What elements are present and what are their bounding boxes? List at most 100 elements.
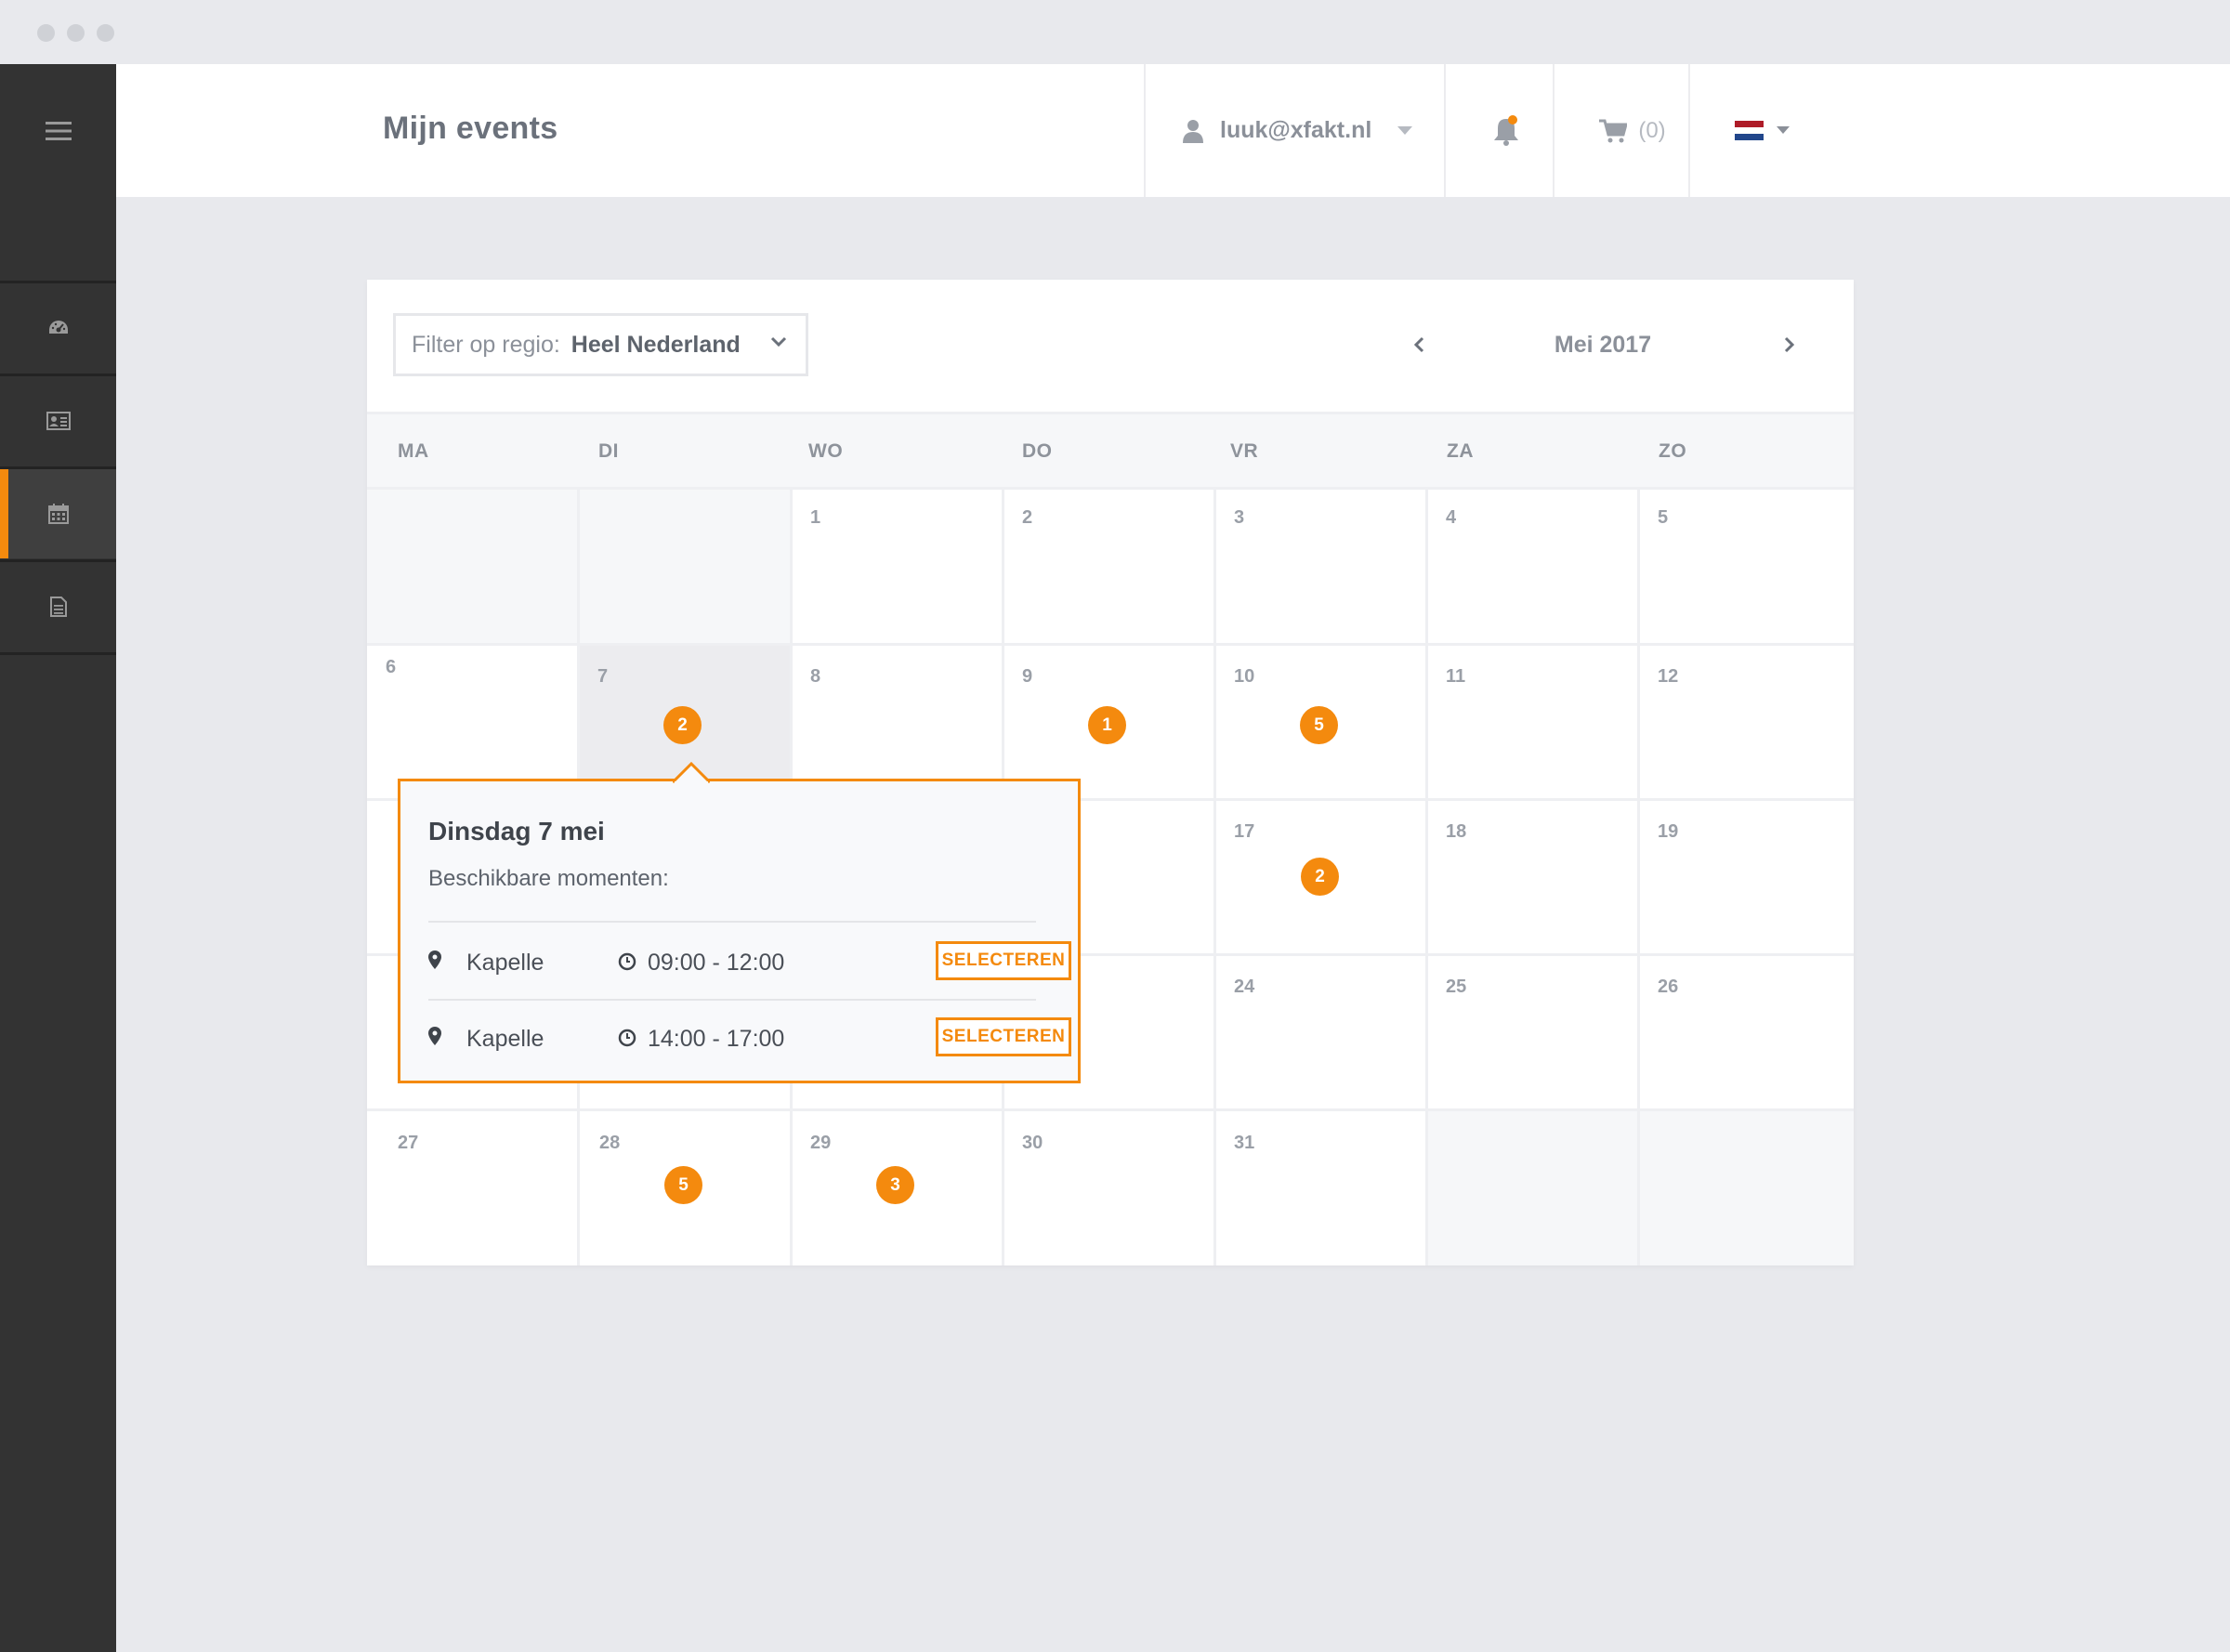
current-month: Mei 2017 <box>1554 332 1652 358</box>
calendar-day[interactable]: 31 <box>1215 1110 1427 1265</box>
dutch-flag-icon <box>1735 121 1764 140</box>
calendar-day[interactable]: 1 <box>792 490 1004 644</box>
calendar-day[interactable]: 12 <box>1639 645 1854 799</box>
calendar-day[interactable]: 24 <box>1215 955 1427 1109</box>
cart-icon <box>1599 119 1628 142</box>
calendar-day[interactable]: 8 <box>792 645 1004 799</box>
sidebar-divider <box>0 652 116 655</box>
select-slot-button[interactable]: SELECTEREN <box>936 1017 1071 1056</box>
calendar-day[interactable]: 25 <box>1427 955 1639 1109</box>
calendar-day[interactable]: 6 <box>367 645 579 799</box>
day-number: 1 <box>810 507 821 528</box>
calendar-day-empty <box>1427 1110 1639 1265</box>
weekday-label: WO <box>808 440 844 462</box>
region-filter-select[interactable]: Filter op regio: Heel Nederland <box>393 313 808 376</box>
calendar-day[interactable]: 28 5 <box>579 1110 791 1265</box>
window-maximize-dot[interactable] <box>97 24 114 42</box>
map-pin-icon <box>428 951 441 969</box>
day-number: 25 <box>1446 977 1467 997</box>
user-menu[interactable]: luuk@xfakt.nl <box>1183 64 1413 197</box>
calendar-day[interactable]: 11 <box>1427 645 1639 799</box>
menu-toggle-button[interactable] <box>0 64 116 197</box>
event-count-badge[interactable]: 5 <box>1300 706 1338 744</box>
weekday-label: ZA <box>1447 440 1474 462</box>
weekday-label: DO <box>1022 440 1053 462</box>
calendar-card: Filter op regio: Heel Nederland Mei 2017… <box>367 280 1854 1265</box>
slot-time: 09:00 - 12:00 <box>648 950 785 976</box>
dashboard-icon <box>48 321 68 334</box>
calendar-day[interactable]: 30 <box>1004 1110 1215 1265</box>
hamburger-icon <box>45 121 72 140</box>
bell-icon <box>1494 114 1518 146</box>
day-number: 2 <box>1022 507 1033 528</box>
slot-time: 14:00 - 17:00 <box>648 1026 785 1052</box>
clock-icon <box>618 952 636 971</box>
contact-card-icon <box>46 412 71 430</box>
calendar-day[interactable]: 3 <box>1215 490 1427 644</box>
sidebar-item-dashboard[interactable] <box>0 281 116 373</box>
next-month-button[interactable] <box>1776 326 1804 363</box>
day-number: 10 <box>1234 666 1255 687</box>
slot-location: Kapelle <box>466 950 544 976</box>
weekday-label: DI <box>598 440 619 462</box>
user-email: luuk@xfakt.nl <box>1220 117 1372 143</box>
event-count-badge[interactable]: 1 <box>1088 706 1126 744</box>
calendar-day[interactable]: 27 <box>367 1110 579 1265</box>
time-slot: Kapelle 09:00 - 12:00 SELECTEREN <box>428 939 1071 986</box>
window-minimize-dot[interactable] <box>67 24 85 42</box>
sidebar-item-contacts[interactable] <box>0 374 116 465</box>
time-slot: Kapelle 14:00 - 17:00 SELECTEREN <box>428 1016 1071 1062</box>
calendar-day[interactable]: 2 <box>1004 490 1215 644</box>
grid-line <box>1637 490 1640 1265</box>
chevron-down-icon <box>1397 125 1413 135</box>
day-number: 8 <box>810 666 821 687</box>
window-titlebar <box>0 0 2230 64</box>
calendar-day[interactable]: 29 3 <box>792 1110 1004 1265</box>
previous-month-button[interactable] <box>1405 326 1433 363</box>
day-number: 9 <box>1022 666 1033 687</box>
notifications-button[interactable] <box>1469 64 1543 197</box>
calendar-day[interactable]: 17 2 <box>1215 800 1427 954</box>
calendar-day-empty <box>367 490 579 644</box>
calendar-day[interactable]: 4 <box>1427 490 1639 644</box>
weekday-label: MA <box>398 440 429 462</box>
calendar-day[interactable]: 19 <box>1639 800 1854 954</box>
day-number: 28 <box>599 1133 621 1153</box>
day-number: 3 <box>1234 507 1245 528</box>
user-icon <box>1183 119 1203 143</box>
calendar-icon <box>47 504 69 524</box>
select-slot-button[interactable]: SELECTEREN <box>936 941 1071 980</box>
calendar-day-empty <box>1639 1110 1854 1265</box>
popover-title: Dinsdag 7 mei <box>428 817 605 846</box>
event-count-badge[interactable]: 2 <box>1301 858 1339 896</box>
sidebar-item-calendar[interactable] <box>0 466 116 558</box>
top-header: Mijn events luuk@xfakt.nl (0) <box>116 64 2230 197</box>
header-divider <box>1144 64 1146 197</box>
event-count-badge[interactable]: 2 <box>663 706 702 744</box>
day-number: 17 <box>1234 821 1255 842</box>
header-divider <box>1688 64 1690 197</box>
weekday-header: MA DI WO DO VR ZA ZO <box>367 412 1854 490</box>
day-number: 7 <box>597 666 609 687</box>
calendar-day[interactable]: 9 1 <box>1004 645 1215 799</box>
day-number: 19 <box>1658 821 1679 842</box>
calendar-day[interactable]: 26 <box>1639 955 1854 1109</box>
day-events-popover: Dinsdag 7 mei Beschikbare momenten: Kape… <box>398 762 1081 1083</box>
day-number: 26 <box>1658 977 1679 997</box>
calendar-day[interactable]: 10 5 <box>1215 645 1427 799</box>
event-count-badge[interactable]: 3 <box>876 1166 914 1204</box>
day-number: 4 <box>1446 507 1457 528</box>
calendar-day[interactable]: 5 <box>1639 490 1854 644</box>
sidebar-item-documents[interactable] <box>0 559 116 651</box>
chevron-down-icon <box>770 336 787 347</box>
slot-location: Kapelle <box>466 1026 544 1052</box>
cart-button[interactable]: (0) <box>1581 64 1685 197</box>
event-count-badge[interactable]: 5 <box>664 1166 702 1204</box>
header-divider <box>1553 64 1554 197</box>
calendar-day[interactable]: 18 <box>1427 800 1639 954</box>
cart-count: (0) <box>1638 117 1666 143</box>
language-selector[interactable] <box>1735 64 1818 197</box>
page-title: Mijn events <box>383 111 558 146</box>
grid-line <box>1213 490 1216 1265</box>
window-close-dot[interactable] <box>37 24 55 42</box>
